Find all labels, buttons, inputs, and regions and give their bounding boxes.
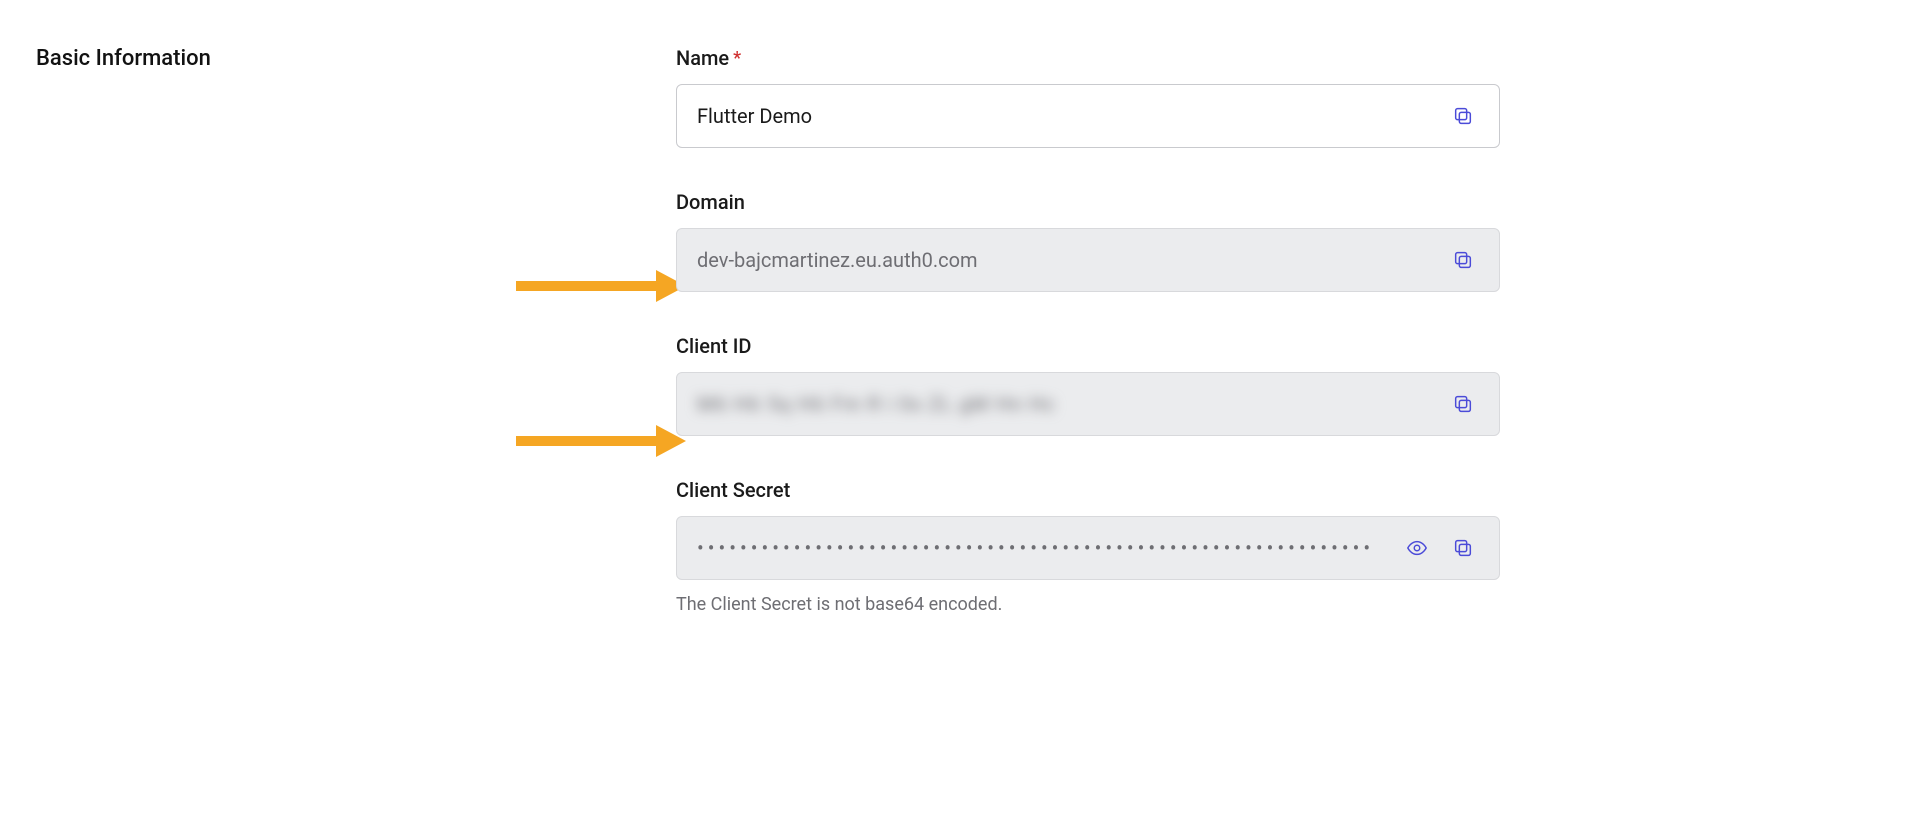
client-id-input-value: M6 H6 5q H6 Fm R i 0s ZL gM Hn Hc (697, 392, 1433, 416)
eye-icon[interactable] (1401, 532, 1433, 564)
required-star: * (733, 48, 741, 69)
arrow-annotation-clientid (516, 421, 686, 461)
name-label: Name * (676, 46, 1500, 70)
domain-label: Domain (676, 190, 1500, 214)
client-id-label: Client ID (676, 334, 1500, 358)
client-secret-label: Client Secret (676, 478, 1500, 502)
copy-icon[interactable] (1447, 532, 1479, 564)
client-secret-input: ••••••••••••••••••••••••••••••••••••••••… (676, 516, 1500, 580)
client-id-input: M6 H6 5q H6 Fm R i 0s ZL gM Hn Hc (676, 372, 1500, 436)
client-secret-help-text: The Client Secret is not base64 encoded. (676, 594, 1500, 615)
name-field-group: Name * Flutter Demo (676, 46, 1500, 148)
copy-icon[interactable] (1447, 244, 1479, 276)
name-input[interactable]: Flutter Demo (676, 84, 1500, 148)
domain-label-text: Domain (676, 190, 745, 214)
domain-field-group: Domain dev-bajcmartinez.eu.auth0.com (676, 190, 1500, 292)
section-title: Basic Information (36, 46, 676, 71)
copy-icon[interactable] (1447, 388, 1479, 420)
arrow-annotation-domain (516, 266, 686, 306)
client-id-label-text: Client ID (676, 334, 751, 358)
client-id-field-group: Client ID M6 H6 5q H6 Fm R i 0s ZL gM Hn… (676, 334, 1500, 436)
name-input-value: Flutter Demo (697, 104, 1433, 128)
copy-icon[interactable] (1447, 100, 1479, 132)
domain-input-value: dev-bajcmartinez.eu.auth0.com (697, 248, 1433, 272)
client-secret-label-text: Client Secret (676, 478, 790, 502)
domain-input: dev-bajcmartinez.eu.auth0.com (676, 228, 1500, 292)
client-secret-field-group: Client Secret ••••••••••••••••••••••••••… (676, 478, 1500, 615)
name-label-text: Name (676, 46, 729, 70)
client-secret-input-value: ••••••••••••••••••••••••••••••••••••••••… (697, 536, 1387, 560)
